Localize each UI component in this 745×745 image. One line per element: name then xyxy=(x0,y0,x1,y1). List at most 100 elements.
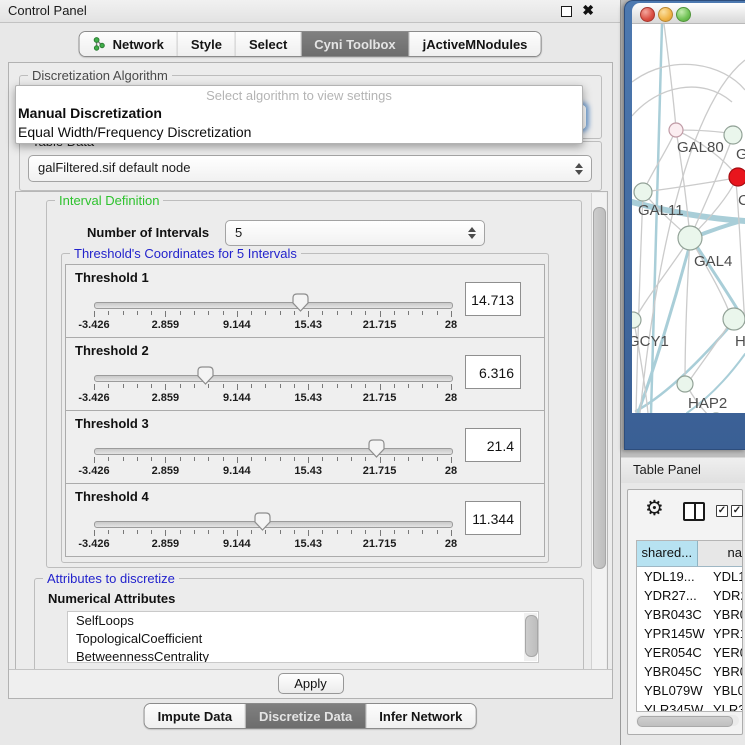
tick-mark xyxy=(337,457,338,461)
network-node[interactable] xyxy=(724,126,742,144)
network-node[interactable] xyxy=(729,168,745,186)
threshold-block: Threshold 3-3.4262.8599.14415.4321.71528… xyxy=(65,410,545,484)
network-node[interactable] xyxy=(634,183,652,201)
slider-thumb[interactable] xyxy=(368,439,385,458)
table-row[interactable]: YBR043CYBR0 xyxy=(637,605,742,624)
threshold-value-field[interactable]: 11.344 xyxy=(465,501,521,535)
cell-shared-name[interactable]: YDL19... xyxy=(637,567,708,586)
columns-icon[interactable] xyxy=(683,502,705,521)
tab-impute-data[interactable]: Impute Data xyxy=(145,704,245,728)
tick-mark xyxy=(280,530,281,534)
table-row[interactable]: YBL079WYBL0 xyxy=(637,681,742,700)
apply-button[interactable]: Apply xyxy=(278,673,344,694)
table-row[interactable]: YPR145WYPR1 xyxy=(637,624,742,643)
cell-name[interactable]: YDR2 xyxy=(708,586,742,605)
dropdown-option-manual-discretization[interactable]: Manual Discretization xyxy=(16,104,582,123)
tab-jactivemnodules[interactable]: jActiveMNodules xyxy=(409,32,541,56)
slider-track[interactable] xyxy=(94,521,453,528)
tab-discretize-data[interactable]: Discretize Data xyxy=(245,704,365,728)
tab-network[interactable]: Network xyxy=(80,32,177,56)
table-panel-inner: ⚙ ✓ ✓ shared... na YDL19...YDL1YDR27...Y… xyxy=(627,489,743,735)
tick-mark xyxy=(223,530,224,534)
slider-thumb[interactable] xyxy=(197,366,214,385)
attribute-item[interactable]: SelfLoops xyxy=(68,612,538,630)
tick-mark xyxy=(165,530,166,536)
table-row[interactable]: YDR27...YDR2 xyxy=(637,586,742,605)
attributes-scrollbar[interactable] xyxy=(524,613,537,661)
table-data-combobox[interactable]: galFiltered.sif default node xyxy=(28,155,592,182)
node-label: C xyxy=(738,192,745,209)
cell-shared-name[interactable]: YBL079W xyxy=(637,681,708,700)
slider-thumb[interactable] xyxy=(292,293,309,312)
cell-name[interactable]: YBR0 xyxy=(708,605,742,624)
slider-track[interactable] xyxy=(94,302,453,309)
table-row[interactable]: YLR345WYLR3 xyxy=(637,700,742,712)
attribute-item[interactable]: BetweennessCentrality xyxy=(68,648,538,663)
tick-mark xyxy=(251,311,252,315)
number-of-intervals-combobox[interactable]: 5 xyxy=(225,220,485,246)
column-header-shared[interactable]: shared... xyxy=(637,541,698,566)
cell-shared-name[interactable]: YER054C xyxy=(637,643,708,662)
tick-mark xyxy=(165,457,166,463)
tick-mark xyxy=(137,457,138,461)
tab-infer-network[interactable]: Infer Network xyxy=(365,704,475,728)
zoom-traffic-light-icon[interactable] xyxy=(676,7,691,22)
cell-name[interactable]: YER0 xyxy=(708,643,742,662)
gear-icon[interactable]: ⚙ xyxy=(645,496,664,521)
node-label: GCY1 xyxy=(632,333,669,350)
minimize-traffic-light-icon[interactable] xyxy=(658,7,673,22)
cell-shared-name[interactable]: YPR145W xyxy=(637,624,708,643)
tick-mark xyxy=(280,457,281,461)
network-node[interactable] xyxy=(677,376,693,392)
cell-name[interactable]: YLR3 xyxy=(708,700,742,712)
table-row[interactable]: YBR045CYBR0 xyxy=(637,662,742,681)
tick-mark xyxy=(308,457,309,463)
cell-shared-name[interactable]: YDR27... xyxy=(637,586,708,605)
slider-thumb[interactable] xyxy=(254,512,271,531)
slider-track[interactable] xyxy=(94,375,453,382)
tab-cyni-toolbox[interactable]: Cyni Toolbox xyxy=(300,32,408,56)
settings-vertical-scrollbar[interactable] xyxy=(591,193,606,669)
cell-shared-name[interactable]: YLR345W xyxy=(637,700,708,712)
slider-track[interactable] xyxy=(94,448,453,455)
cell-name[interactable]: YDL1 xyxy=(708,567,742,586)
cell-name[interactable]: YBR0 xyxy=(708,662,742,681)
tick-mark xyxy=(408,384,409,388)
table-data-group: Table Data galFiltered.sif default node xyxy=(19,141,602,191)
cell-shared-name[interactable]: YBR043C xyxy=(637,605,708,624)
float-icon[interactable] xyxy=(561,6,572,17)
tick-mark xyxy=(437,311,438,315)
network-node[interactable] xyxy=(669,123,683,137)
tick-mark xyxy=(351,530,352,534)
network-view-window[interactable]: GAL80GACGAL11GAL4GCY1HHAP2 xyxy=(624,0,745,450)
column-header-name[interactable]: na xyxy=(698,541,742,566)
table-panel-body: ⚙ ✓ ✓ shared... na YDL19...YDL1YDR27...Y… xyxy=(621,483,745,745)
network-node[interactable] xyxy=(632,312,641,328)
table-row[interactable]: YER054CYER0 xyxy=(637,643,742,662)
close-icon[interactable]: ✖ xyxy=(582,2,594,19)
close-traffic-light-icon[interactable] xyxy=(640,7,655,22)
tick-mark xyxy=(194,311,195,315)
cell-name[interactable]: YBL0 xyxy=(708,681,742,700)
threshold-value-field[interactable]: 6.316 xyxy=(465,355,521,389)
algorithm-dropdown-popup: Select algorithm to view settings Manual… xyxy=(15,85,583,144)
threshold-value-field[interactable]: 21.4 xyxy=(465,428,521,462)
threshold-value-field[interactable]: 14.713 xyxy=(465,282,521,316)
tick-mark xyxy=(308,384,309,390)
network-node[interactable] xyxy=(678,226,702,250)
cell-name[interactable]: YPR1 xyxy=(708,624,742,643)
dropdown-option-equal-width-frequency[interactable]: Equal Width/Frequency Discretization xyxy=(16,123,582,142)
checkbox-icon[interactable]: ✓ xyxy=(716,505,728,517)
network-node[interactable] xyxy=(723,308,745,330)
tick-mark xyxy=(208,384,209,388)
cell-shared-name[interactable]: YBR045C xyxy=(637,662,708,681)
tick-mark xyxy=(223,457,224,461)
table-horizontal-scrollbar[interactable] xyxy=(636,715,739,726)
attribute-item[interactable]: TopologicalCoefficient xyxy=(68,630,538,648)
network-canvas[interactable]: GAL80GACGAL11GAL4GCY1HHAP2 xyxy=(632,24,745,413)
tab-select[interactable]: Select xyxy=(235,32,300,56)
numerical-attributes-list: SelfLoopsTopologicalCoefficientBetweenne… xyxy=(67,611,539,663)
checkbox-icon[interactable]: ✓ xyxy=(731,505,743,517)
tab-style[interactable]: Style xyxy=(177,32,235,56)
table-row[interactable]: YDL19...YDL1 xyxy=(637,567,742,586)
